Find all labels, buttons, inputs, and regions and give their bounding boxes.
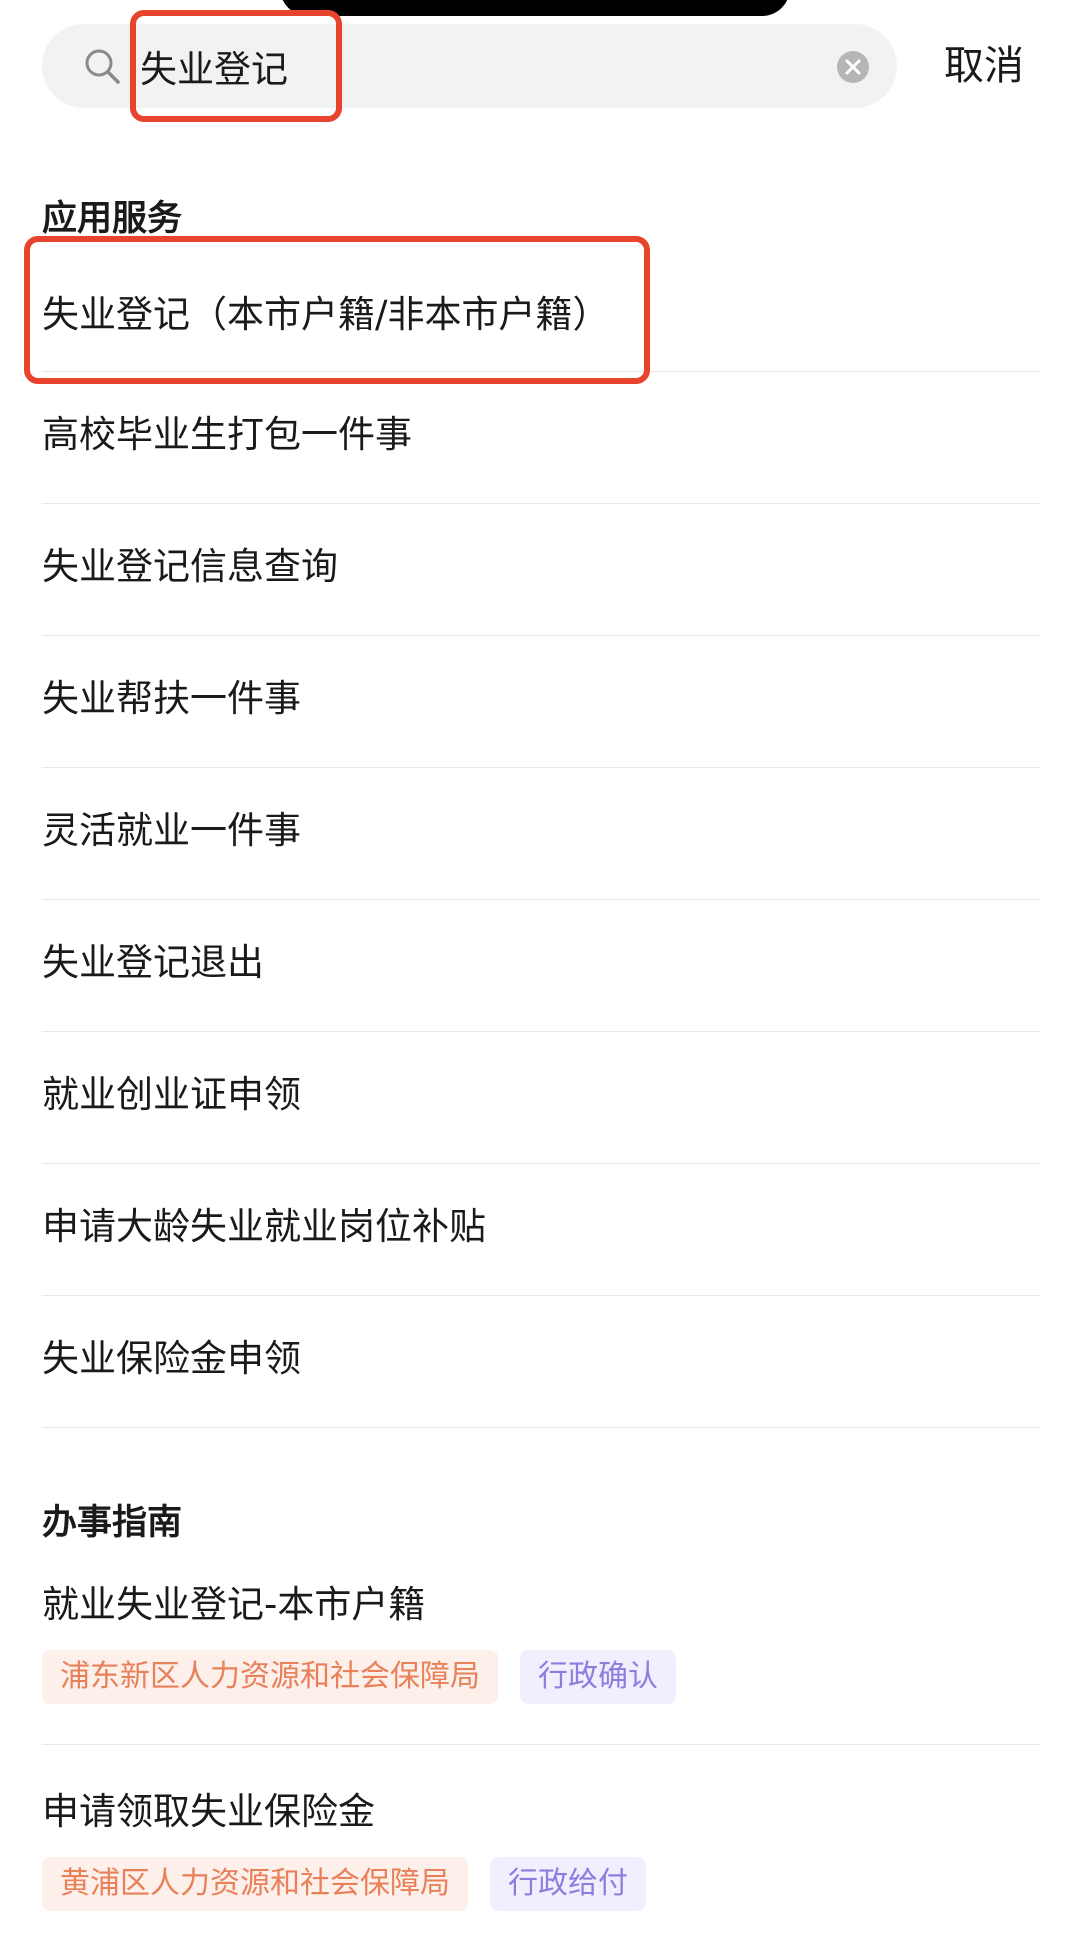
- service-list: 失业登记（本市户籍/非本市户籍） 高校毕业生打包一件事 失业登记信息查询 失业帮…: [42, 240, 1040, 1428]
- department-tag: 黄浦区人力资源和社会保障局: [42, 1857, 468, 1911]
- search-input[interactable]: [140, 36, 800, 96]
- service-item[interactable]: 失业登记退出: [42, 900, 1040, 1032]
- service-item[interactable]: 灵活就业一件事: [42, 768, 1040, 900]
- services-section-title: 应用服务: [42, 199, 183, 239]
- service-item-label: 高校毕业生打包一件事: [42, 412, 412, 456]
- guide-tags: 黄浦区人力资源和社会保障局 行政给付: [42, 1857, 1040, 1911]
- service-item-label: 失业登记（本市户籍/非本市户籍）: [42, 293, 610, 336]
- search-icon: [85, 49, 120, 84]
- service-item[interactable]: 失业帮扶一件事: [42, 636, 1040, 768]
- guide-tags: 浦东新区人力资源和社会保障局 行政确认: [42, 1650, 1040, 1704]
- guide-title: 申请领取失业保险金: [42, 1790, 375, 1833]
- service-item[interactable]: 高校毕业生打包一件事: [42, 372, 1040, 504]
- department-tag: 浦东新区人力资源和社会保障局: [42, 1650, 498, 1704]
- service-item-label: 失业保险金申领: [42, 1336, 301, 1380]
- type-tag: 行政确认: [520, 1650, 676, 1704]
- cancel-button[interactable]: 取消: [944, 38, 1024, 94]
- type-tag: 行政给付: [490, 1857, 646, 1911]
- clear-icon[interactable]: [836, 50, 870, 84]
- guide-item[interactable]: 就业失业登记-本市户籍 浦东新区人力资源和社会保障局 行政确认: [42, 1580, 1040, 1704]
- service-item-label: 失业登记信息查询: [42, 544, 338, 588]
- service-item-label: 申请大龄失业就业岗位补贴: [42, 1204, 486, 1248]
- guide-divider: [42, 1744, 1040, 1745]
- guide-item[interactable]: 申请领取失业保险金 黄浦区人力资源和社会保障局 行政给付: [42, 1787, 1040, 1911]
- service-item[interactable]: 失业登记信息查询: [42, 504, 1040, 636]
- service-item[interactable]: 失业登记（本市户籍/非本市户籍）: [42, 240, 1040, 372]
- guide-list: 就业失业登记-本市户籍 浦东新区人力资源和社会保障局 行政确认 申请领取失业保险…: [42, 1580, 1040, 1911]
- service-item-label: 就业创业证申领: [42, 1072, 301, 1116]
- device-notch: [280, 0, 790, 16]
- guides-section-title: 办事指南: [42, 1503, 183, 1543]
- service-item-label: 失业登记退出: [42, 940, 264, 984]
- service-item-label: 灵活就业一件事: [42, 808, 301, 852]
- service-item[interactable]: 申请大龄失业就业岗位补贴: [42, 1164, 1040, 1296]
- service-item[interactable]: 失业保险金申领: [42, 1296, 1040, 1428]
- service-item-label: 失业帮扶一件事: [42, 676, 301, 720]
- guide-title: 就业失业登记-本市户籍: [42, 1583, 426, 1626]
- service-item[interactable]: 就业创业证申领: [42, 1032, 1040, 1164]
